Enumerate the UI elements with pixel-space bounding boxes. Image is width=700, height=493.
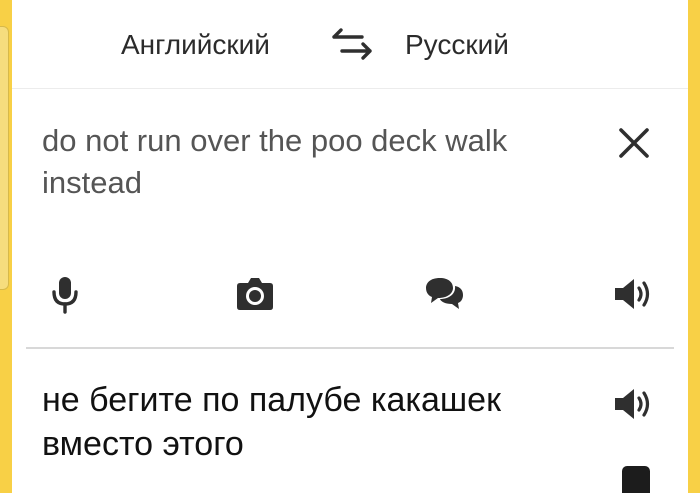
speak-source-button[interactable]: [610, 272, 654, 316]
translation-result: не бегите по палубе какашек вместо этого: [42, 381, 501, 463]
section-divider: [26, 347, 674, 349]
camera-icon: [237, 278, 273, 310]
dialog-mode-button[interactable]: [422, 272, 466, 316]
speaker-icon: [615, 279, 650, 309]
source-text-input[interactable]: do not run over the poo deck walk instea…: [42, 120, 602, 204]
translator-card: Английский Русский do not run over the p…: [12, 0, 688, 493]
close-icon: [619, 128, 649, 158]
previous-card-edge: [0, 26, 9, 290]
copy-icon[interactable]: [622, 466, 650, 493]
swap-languages-button[interactable]: [330, 26, 374, 62]
voice-input-button[interactable]: [43, 272, 87, 316]
microphone-icon: [52, 277, 78, 314]
language-bar: Английский Русский: [12, 0, 688, 89]
swap-arrows-icon: [332, 28, 372, 60]
speak-translation-button[interactable]: [610, 382, 654, 426]
speaker-icon: [615, 389, 650, 419]
clear-input-button[interactable]: [616, 125, 652, 161]
camera-translate-button[interactable]: [233, 272, 277, 316]
chat-bubbles-icon: [426, 278, 463, 309]
source-language-button[interactable]: Английский: [121, 28, 270, 62]
target-language-button[interactable]: Русский: [405, 28, 509, 62]
